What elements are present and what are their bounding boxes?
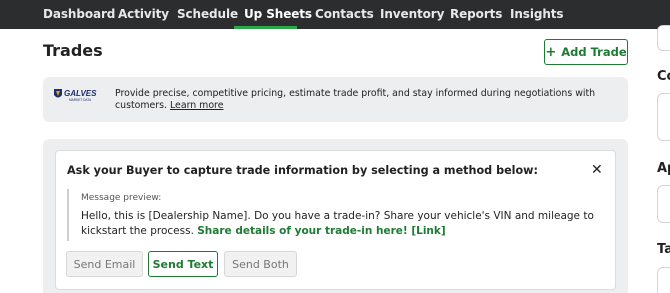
- share-link-text: Share details of your trade-in here! [Li…: [197, 225, 446, 237]
- right-column-field[interactable]: [657, 25, 670, 51]
- learn-more-link[interactable]: Learn more: [170, 100, 223, 111]
- add-trade-button[interactable]: + Add Trade: [544, 39, 628, 65]
- galves-logo-text: GALVES: [64, 89, 97, 98]
- right-column: Co Ap Ta: [655, 25, 670, 293]
- banner-text: Provide precise, competitive pricing, es…: [115, 88, 615, 112]
- right-column-field[interactable]: [657, 267, 670, 293]
- nav-item-up-sheets[interactable]: Up Sheets: [244, 7, 312, 21]
- right-column-field[interactable]: [657, 93, 670, 141]
- right-column-label: Ta: [657, 242, 670, 257]
- active-tab-indicator: [234, 26, 297, 29]
- preview-label: Message preview:: [81, 193, 162, 203]
- galves-banner: GALVES MARKET DATA Provide precise, comp…: [43, 77, 628, 122]
- nav-item-schedule[interactable]: Schedule: [177, 7, 238, 21]
- nav-item-contacts[interactable]: Contacts: [315, 7, 374, 21]
- right-column-label: Co: [657, 69, 670, 84]
- trade-capture-card: Ask your Buyer to capture trade informat…: [55, 150, 616, 290]
- close-icon[interactable]: ✕: [591, 162, 603, 178]
- right-column-label: Ap: [657, 161, 670, 176]
- add-trade-label: Add Trade: [561, 45, 627, 59]
- send-text-button[interactable]: Send Text: [148, 251, 218, 277]
- nav-item-activity[interactable]: Activity: [118, 7, 169, 21]
- nav-item-insights[interactable]: Insights: [510, 7, 564, 21]
- send-email-button[interactable]: Send Email: [66, 251, 143, 277]
- nav-item-reports[interactable]: Reports: [450, 7, 502, 21]
- card-title: Ask your Buyer to capture trade informat…: [67, 164, 538, 177]
- top-nav: Dashboard Activity Schedule Up Sheets Co…: [0, 0, 670, 29]
- page-title: Trades: [43, 41, 103, 60]
- galves-logo: GALVES MARKET DATA: [54, 89, 97, 102]
- galves-logo-subtext: MARKET DATA: [69, 98, 92, 102]
- preview-message: Hello, this is [Dealership Name]. Do you…: [81, 209, 601, 239]
- right-column-field[interactable]: [657, 185, 670, 223]
- send-both-button[interactable]: Send Both: [224, 251, 297, 277]
- plus-icon: +: [545, 44, 557, 60]
- nav-item-dashboard[interactable]: Dashboard: [43, 7, 115, 21]
- nav-item-inventory[interactable]: Inventory: [380, 7, 444, 21]
- message-preview: Message preview: Hello, this is [Dealers…: [67, 189, 607, 241]
